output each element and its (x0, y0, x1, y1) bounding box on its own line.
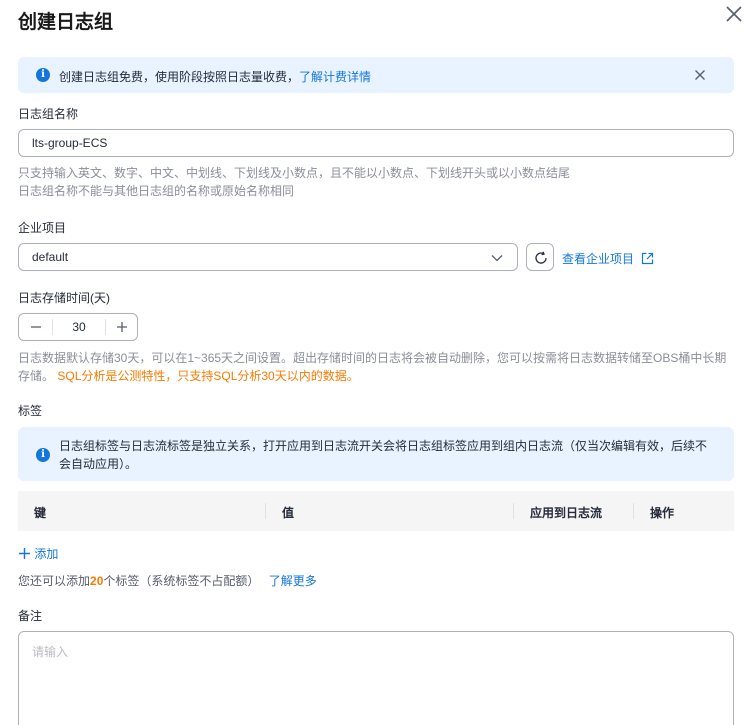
tags-notice-line-1: 日志组标签与日志流标签是独立关系，打开应用到日志流开关会将日志组标签应用到组内日… (59, 439, 708, 453)
tags-label: 标签 (18, 404, 43, 418)
tag-quota-count: 20 (90, 574, 104, 588)
log-group-name-value: lts-group-ECS (32, 136, 108, 150)
remark-textarea[interactable]: 请输入 (18, 631, 734, 725)
learn-more-link[interactable]: 了解更多 (269, 574, 317, 588)
close-notice-icon[interactable] (693, 68, 707, 82)
tag-quota-text: 您还可以添加20个标签（系统标签不占配额） 了解更多 (18, 574, 317, 588)
log-group-name-hint-1: 只支持输入英文、数字、中文、中划线、下划线及小数点，且不能以小数点、下划线开头或… (18, 166, 571, 180)
retention-stepper[interactable]: 30 (18, 313, 138, 341)
info-icon: i (36, 68, 50, 82)
tags-notice-line-2: 会自动应用）。 (59, 457, 138, 471)
view-enterprise-project-link[interactable]: 查看企业项目 (562, 250, 654, 267)
billing-details-link[interactable]: 了解计费详情 (299, 70, 371, 84)
view-enterprise-project-text: 查看企业项目 (562, 252, 635, 266)
increment-button[interactable] (105, 314, 138, 340)
column-value: 值 (282, 506, 295, 520)
decrement-button[interactable] (19, 314, 52, 340)
chevron-down-icon (490, 251, 504, 265)
retention-hint-plain: 存储。 (18, 369, 55, 383)
log-group-name-label: 日志组名称 (18, 107, 79, 121)
close-icon[interactable] (722, 2, 746, 26)
remark-label: 备注 (18, 609, 43, 623)
enterprise-project-value: default (32, 250, 69, 264)
retention-hint-2: 存储。 SQL分析是公测特性，只支持SQL分析30天以内的数据。 (18, 368, 359, 385)
sql-beta-warning: SQL分析是公测特性，只支持SQL分析30天以内的数据。 (57, 369, 359, 383)
column-key: 键 (34, 506, 47, 520)
plus-icon (18, 547, 31, 560)
external-link-icon (641, 252, 654, 265)
retention-label: 日志存储时间(天) (18, 291, 110, 305)
tags-table-header: 键 值 应用到日志流 操作 (18, 491, 734, 531)
info-icon: i (36, 448, 50, 462)
enterprise-project-select[interactable]: default (18, 243, 518, 271)
refresh-button[interactable] (526, 243, 554, 271)
log-group-name-hint-2: 日志组名称不能与其他日志组的名称或原始名称相同 (18, 184, 295, 198)
retention-hint-1: 日志数据默认存储30天，可以在1~365天之间设置。超出存储时间的日志将会被自动… (18, 351, 727, 365)
refresh-icon (533, 250, 549, 266)
tags-notice: i 日志组标签与日志流标签是独立关系，打开应用到日志流开关会将日志组标签应用到组… (18, 427, 734, 481)
add-tag-label: 添加 (34, 547, 59, 561)
billing-notice: i 创建日志组免费，使用阶段按照日志量收费，了解计费详情 (18, 57, 734, 93)
enterprise-project-label: 企业项目 (18, 221, 67, 235)
billing-notice-text: 创建日志组免费，使用阶段按照日志量收费， (59, 70, 300, 84)
dialog-title: 创建日志组 (18, 12, 114, 33)
retention-value[interactable]: 30 (53, 320, 105, 334)
add-tag-button[interactable]: 添加 (18, 545, 58, 562)
remark-placeholder: 请输入 (32, 645, 69, 659)
column-operation: 操作 (650, 506, 675, 520)
column-apply-to-stream: 应用到日志流 (530, 506, 603, 520)
log-group-name-input[interactable]: lts-group-ECS (18, 129, 734, 157)
